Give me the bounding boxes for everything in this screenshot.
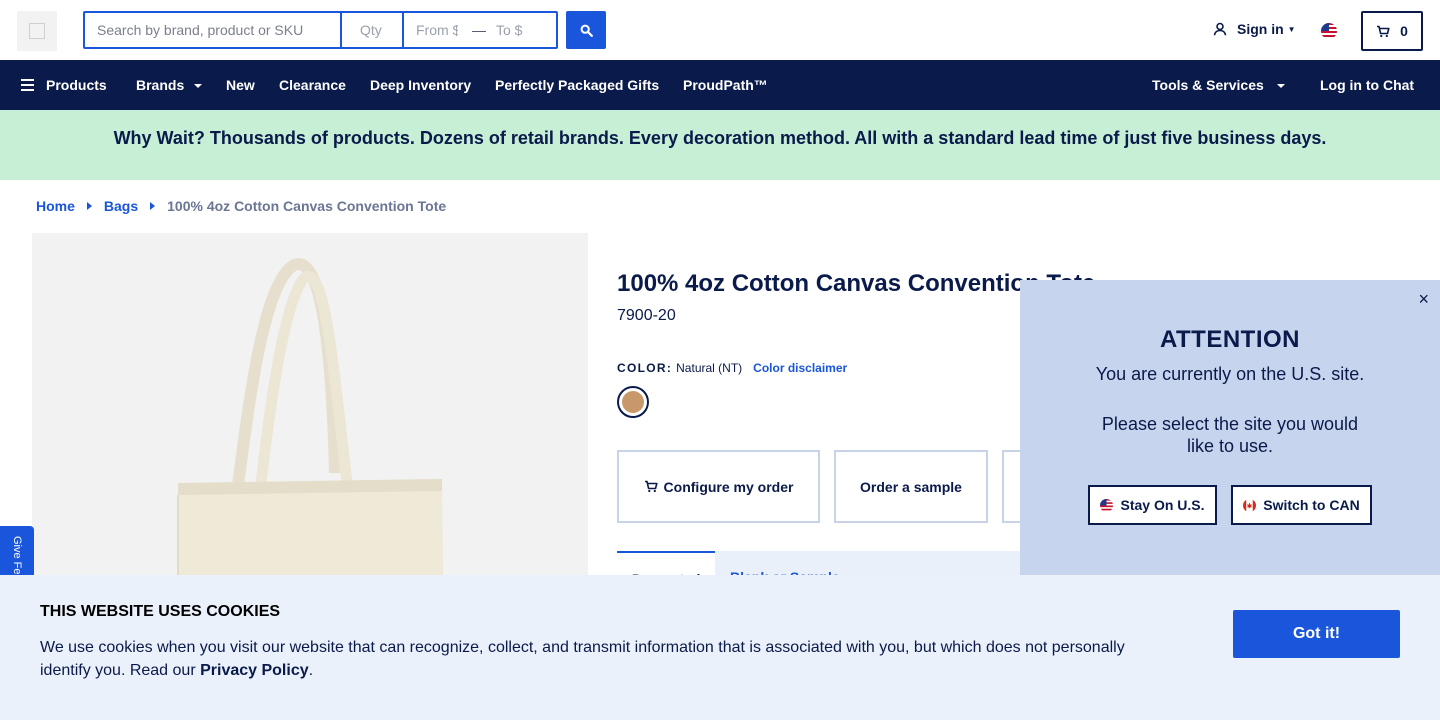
- top-bar: — Sign in ▼ 0: [0, 0, 1440, 60]
- cookie-period: .: [308, 662, 314, 679]
- cart-icon: [644, 480, 658, 493]
- color-row: COLOR: Natural (NT) Color disclaimer: [617, 361, 847, 375]
- us-flag-icon[interactable]: [1321, 23, 1337, 39]
- chevron-down-icon: [1276, 84, 1285, 88]
- nav-products-label: Products: [46, 77, 107, 93]
- cart-count: 0: [1400, 23, 1408, 39]
- nav-brands[interactable]: Brands: [136, 60, 203, 110]
- attention-title: ATTENTION: [1159, 326, 1301, 353]
- configure-order-button[interactable]: Configure my order: [617, 450, 820, 523]
- close-icon[interactable]: ×: [1418, 289, 1429, 310]
- chevron-down-icon: ▼: [1287, 24, 1296, 34]
- promo-banner: Why Wait? Thousands of products. Dozens …: [0, 110, 1440, 180]
- price-from-input[interactable]: [404, 13, 470, 47]
- us-flag-icon: [1100, 498, 1114, 512]
- configure-order-label: Configure my order: [663, 478, 794, 495]
- switch-can-label: Switch to CAN: [1263, 497, 1360, 513]
- stay-us-label: Stay On U.S.: [1120, 497, 1205, 513]
- cart-button[interactable]: 0: [1361, 11, 1423, 51]
- color-swatch-natural[interactable]: [617, 386, 649, 418]
- site-logo[interactable]: [17, 11, 57, 51]
- nav-chat[interactable]: Log in to Chat: [1320, 60, 1414, 110]
- main-nav: Products Brands New Clearance Deep Inven…: [0, 60, 1440, 110]
- privacy-policy-link[interactable]: Privacy Policy: [200, 662, 309, 679]
- nav-gifts[interactable]: Perfectly Packaged Gifts: [495, 60, 659, 110]
- color-label: COLOR:: [617, 361, 673, 375]
- breadcrumb-bags[interactable]: Bags: [104, 198, 138, 214]
- hamburger-icon: [21, 79, 34, 91]
- cookie-message: We use cookies when you visit our websit…: [40, 636, 1140, 682]
- search-icon: [580, 24, 593, 37]
- nav-new[interactable]: New: [226, 60, 255, 110]
- cookie-banner: THIS WEBSITE USES COOKIES We use cookies…: [0, 575, 1440, 720]
- order-sample-label: Order a sample: [860, 478, 962, 495]
- user-icon: [1213, 22, 1227, 36]
- breadcrumb-current: 100% 4oz Cotton Canvas Convention Tote: [167, 198, 447, 214]
- color-value: Natural (NT): [676, 361, 743, 375]
- price-to-input[interactable]: [488, 13, 554, 47]
- swatch-fill: [622, 391, 644, 413]
- attention-prompt: Please select the site you would like to…: [1101, 414, 1359, 456]
- sign-in-label: Sign in: [1237, 21, 1284, 37]
- sign-in-button[interactable]: Sign in ▼: [1213, 21, 1296, 37]
- chevron-down-icon: [194, 84, 203, 88]
- nav-brands-label: Brands: [136, 77, 185, 93]
- chevron-right-icon: [86, 202, 92, 210]
- nav-tools-label: Tools & Services: [1152, 77, 1264, 93]
- search-button[interactable]: [566, 11, 606, 49]
- chevron-right-icon: [150, 202, 156, 210]
- product-sku: 7900-20: [617, 307, 676, 324]
- search-input[interactable]: [85, 13, 342, 47]
- canada-flag-icon: [1243, 498, 1257, 512]
- logo-mark: [29, 23, 45, 39]
- search-bar: —: [83, 11, 558, 49]
- price-separator: —: [472, 22, 486, 38]
- cookie-title: THIS WEBSITE USES COOKIES: [40, 603, 281, 620]
- color-disclaimer-link[interactable]: Color disclaimer: [753, 361, 847, 375]
- accept-cookies-button[interactable]: Got it!: [1233, 610, 1400, 658]
- attention-message: You are currently on the U.S. site.: [1095, 364, 1365, 384]
- site-selector-panel: × ATTENTION You are currently on the U.S…: [1020, 280, 1440, 580]
- breadcrumb: Home Bags 100% 4oz Cotton Canvas Convent…: [36, 198, 446, 214]
- order-sample-button[interactable]: Order a sample: [834, 450, 988, 523]
- nav-products[interactable]: Products: [21, 60, 107, 110]
- nav-clearance[interactable]: Clearance: [279, 60, 346, 110]
- nav-proudpath[interactable]: ProudPath™: [683, 60, 768, 110]
- cart-icon: [1377, 25, 1390, 37]
- breadcrumb-home[interactable]: Home: [36, 198, 75, 214]
- nav-deep-inventory[interactable]: Deep Inventory: [370, 60, 471, 110]
- promo-text: Why Wait? Thousands of products. Dozens …: [113, 127, 1327, 148]
- nav-tools-services[interactable]: Tools & Services: [1152, 60, 1285, 110]
- qty-input[interactable]: [342, 13, 404, 47]
- switch-can-button[interactable]: Switch to CAN: [1231, 485, 1372, 525]
- stay-us-button[interactable]: Stay On U.S.: [1088, 485, 1217, 525]
